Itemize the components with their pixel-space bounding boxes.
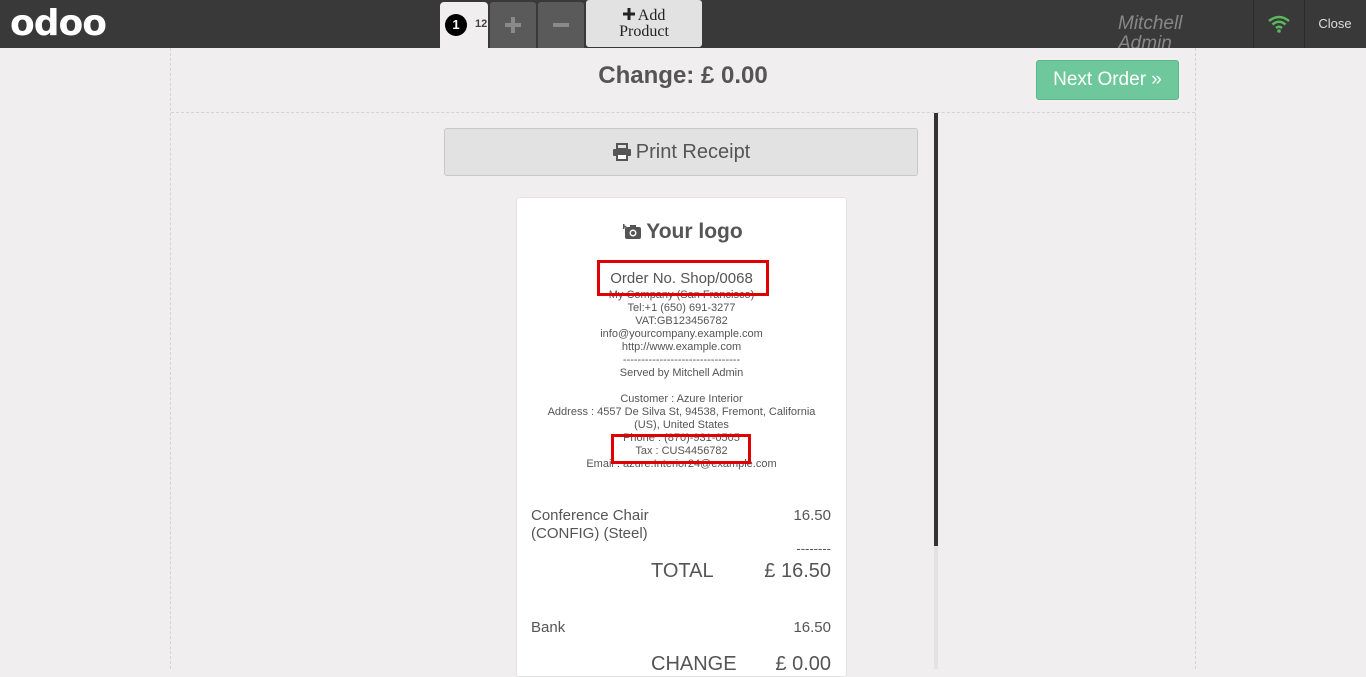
cashier-name[interactable]: Mitchell Admin: [1118, 14, 1238, 48]
line-item-name-2: (CONFIG) (Steel): [531, 525, 648, 542]
change-label: CHANGE: [651, 653, 737, 675]
company-phone: Tel:+1 (650) 691-3277: [627, 302, 736, 314]
company-website: http://www.example.com: [621, 341, 742, 353]
total-label: TOTAL: [651, 560, 714, 582]
next-order-button[interactable]: Next Order »: [1036, 60, 1179, 100]
odoo-logo: odoo: [10, 3, 107, 44]
plus-icon: [622, 8, 635, 20]
served-by: Served by Mitchell Admin: [619, 367, 744, 379]
add-product-label-1: Add: [637, 7, 666, 24]
print-icon: [612, 143, 631, 161]
line-item-price: 16.50: [793, 507, 831, 524]
scrollbar-track[interactable]: [934, 546, 938, 669]
order-number-badge: 1: [445, 14, 467, 36]
order-time: 12:: [475, 18, 488, 30]
total-amount: £ 16.50: [764, 560, 831, 582]
customer-address-1: Address : 4557 De Silva St, 94538, Fremo…: [547, 406, 816, 418]
top-bar: odoo 1 12: Add Product Mitchell Admin: [0, 0, 1366, 48]
add-product-label-2: Product: [619, 23, 669, 40]
minus-icon: [553, 23, 569, 27]
order-tab[interactable]: 1 12:: [440, 2, 488, 48]
connection-status[interactable]: [1253, 0, 1305, 48]
payment-amount: 16.50: [793, 619, 831, 636]
plus-icon: [505, 17, 521, 33]
add-product-button[interactable]: Add Product: [586, 0, 702, 47]
customer-name: Customer : Azure Interior: [620, 393, 743, 405]
line-item-name-1: Conference Chair: [531, 507, 649, 524]
delete-order-button[interactable]: [538, 2, 584, 48]
change-amount: £ 0.00: [775, 653, 831, 675]
wifi-icon: [1268, 15, 1290, 33]
payment-method: Bank: [531, 619, 566, 636]
camera-icon: [621, 224, 642, 239]
print-receipt-label: Print Receipt: [635, 141, 751, 163]
tax-highlight: [611, 434, 751, 464]
header-separator: --------------------------------: [622, 354, 741, 366]
logo-text: Your logo: [646, 220, 743, 243]
line-item-name: Conference Chair (CONFIG) (Steel): [531, 507, 649, 543]
scrollbar-thumb[interactable]: [934, 113, 938, 546]
customer-address-2: (US), United States: [634, 419, 729, 431]
total-separator: --------: [796, 541, 831, 556]
print-receipt-button[interactable]: Print Receipt: [444, 128, 918, 176]
company-email: info@yourcompany.example.com: [600, 328, 763, 340]
order-number-highlight: [597, 260, 769, 296]
close-button[interactable]: Close: [1304, 0, 1366, 48]
company-vat: VAT:GB123456782: [635, 315, 728, 327]
new-order-button[interactable]: [490, 2, 536, 48]
company-logo: Your logo: [617, 214, 749, 254]
